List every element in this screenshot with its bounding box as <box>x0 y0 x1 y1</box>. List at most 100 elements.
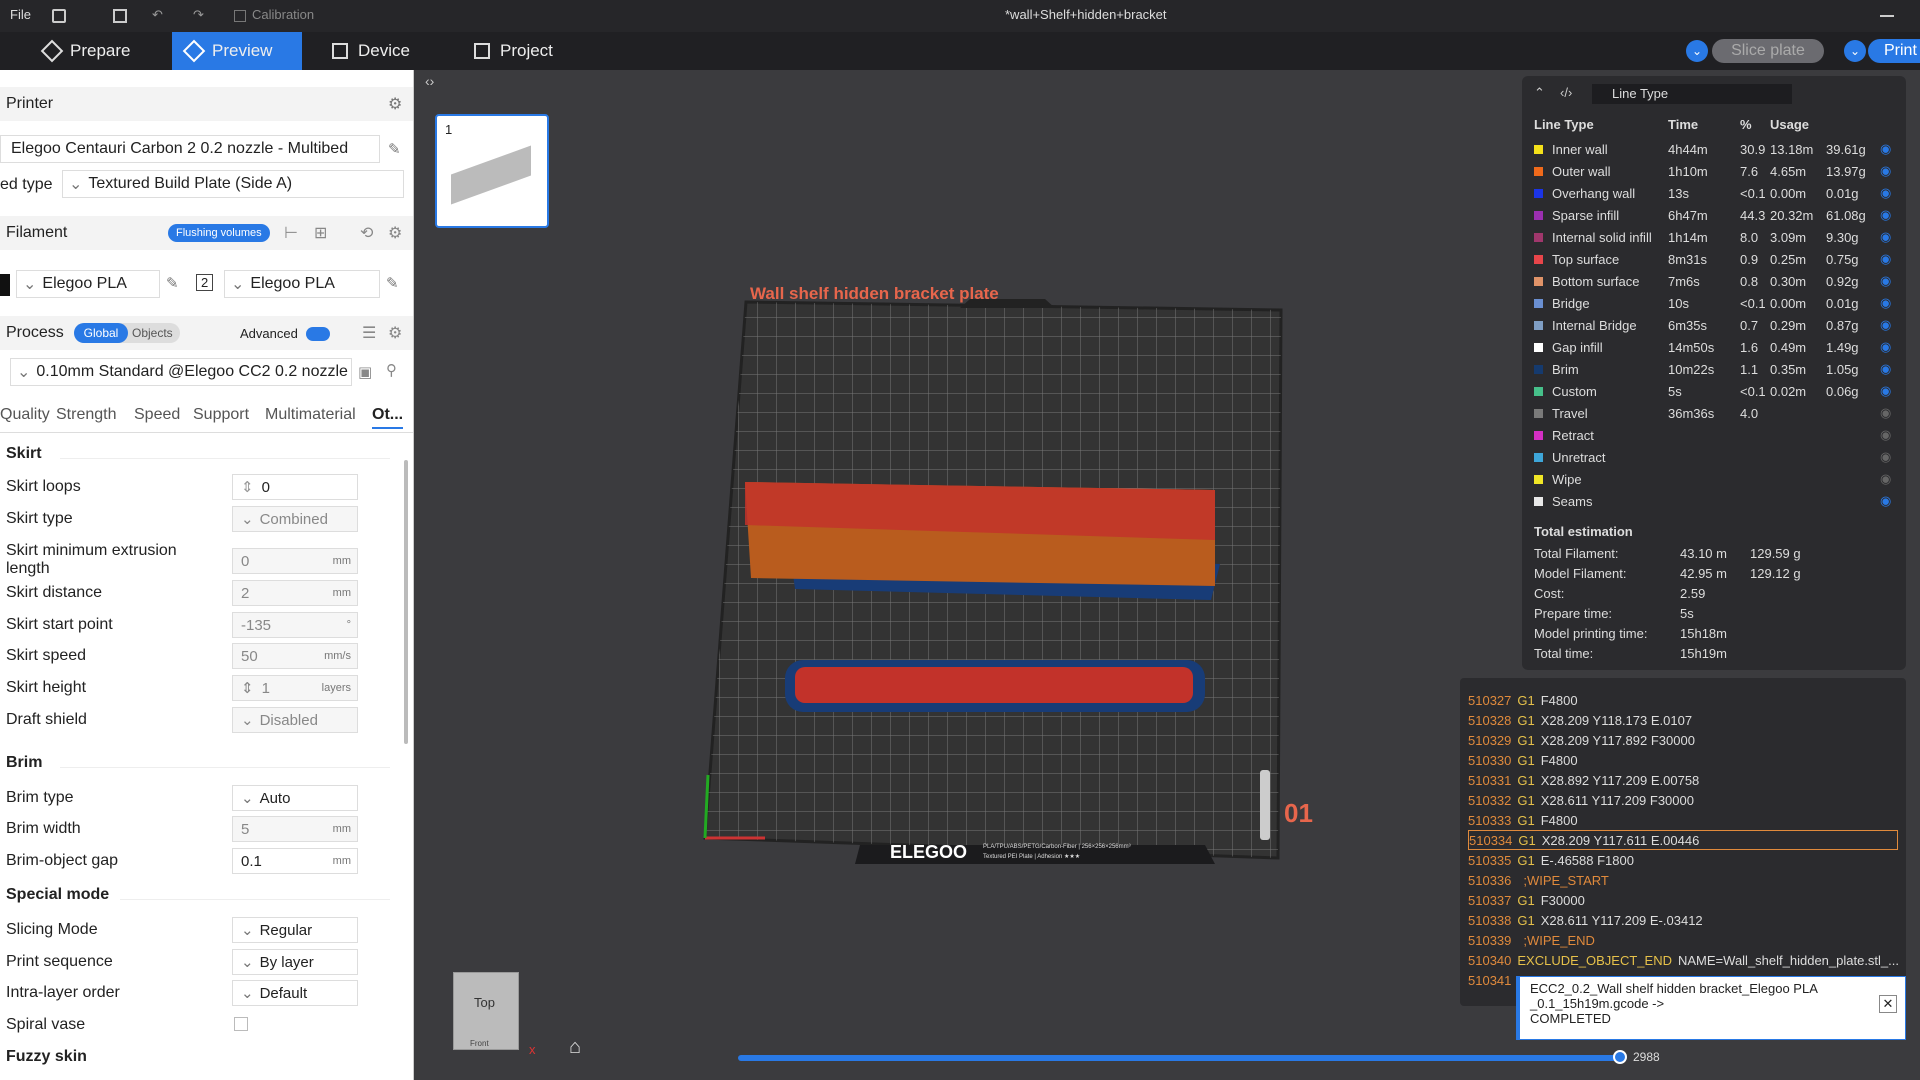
settings-scrollbar[interactable] <box>404 460 408 744</box>
subtab-support[interactable]: Support <box>193 406 249 424</box>
legend-row[interactable]: Brim 10m22s 1.1 0.35m 1.05g ◉ <box>1534 358 1896 380</box>
visibility-eye-icon[interactable]: ◉ <box>1880 383 1891 399</box>
legend-row[interactable]: Outer wall 1h10m 7.6 4.65m 13.97g ◉ <box>1534 160 1896 182</box>
collapse-legend-icon[interactable]: ⌃ <box>1534 85 1545 101</box>
slice-plate-button[interactable]: Slice plate <box>1712 39 1824 63</box>
skirt-min-extrusion-field[interactable]: 0 mm <box>232 548 358 574</box>
tab-preview[interactable]: Preview <box>172 32 302 70</box>
file-menu[interactable]: File <box>10 7 31 22</box>
undo-icon[interactable]: ↶ <box>152 7 163 23</box>
print-sequence-select[interactable]: ⌄ By layer <box>232 949 358 975</box>
list-icon[interactable] <box>52 9 66 23</box>
flushing-volumes-button[interactable]: Flushing volumes <box>168 224 270 242</box>
visibility-eye-icon[interactable]: ◉ <box>1880 493 1891 509</box>
gcode-panel[interactable]: 510327 G1 F4800 510328 G1 X28.209 Y118.173 E.… <box>1460 678 1906 1006</box>
slicing-mode-select[interactable]: ⌄ Regular <box>232 917 358 943</box>
gcode-line[interactable]: 510333 G1 F4800 <box>1468 810 1578 830</box>
gcode-line[interactable]: 510336 ;WIPE_START <box>1468 870 1609 890</box>
draft-shield-select[interactable]: ⌄ Disabled <box>232 707 358 733</box>
legend-row[interactable]: Seams ◉ <box>1534 490 1896 512</box>
gcode-line[interactable]: 510332 G1 X28.611 Y117.209 F30000 <box>1468 790 1694 810</box>
tab-prepare[interactable]: Prepare <box>30 32 180 70</box>
close-icon[interactable]: ✕ <box>1879 995 1897 1013</box>
gcode-line[interactable]: 510338 G1 X28.611 Y117.209 E-.03412 <box>1468 910 1703 930</box>
filament2-select[interactable]: ⌄ Elegoo PLA <box>224 270 380 298</box>
add-filament-icon[interactable]: ⊞ <box>314 223 327 243</box>
print-button[interactable]: Print <box>1868 39 1920 63</box>
calibration-icon[interactable] <box>234 10 246 22</box>
search-icon[interactable]: ⚲ <box>386 361 397 379</box>
save-preset-icon[interactable]: ▣ <box>358 363 372 381</box>
code-view-icon[interactable]: ‹/› <box>1560 85 1572 100</box>
visibility-eye-icon[interactable]: ◉ <box>1880 339 1891 355</box>
filament-settings-icon[interactable]: ⚙ <box>388 223 402 243</box>
subtab-speed[interactable]: Speed <box>134 406 180 424</box>
visibility-eye-icon[interactable]: ◉ <box>1880 449 1891 465</box>
home-view-icon[interactable]: ⌂ <box>569 1036 581 1059</box>
skirt-height-stepper[interactable]: ⇕ 1 layers <box>232 675 358 701</box>
visibility-eye-icon[interactable]: ◉ <box>1880 295 1891 311</box>
printer-select[interactable]: Elegoo Centauri Carbon 2 0.2 nozzle - Mu… <box>0 135 380 163</box>
visibility-eye-icon[interactable]: ◉ <box>1880 251 1891 267</box>
subtab-strength[interactable]: Strength <box>56 406 116 424</box>
minimize-button[interactable] <box>1880 15 1894 17</box>
gcode-line[interactable]: 510327 G1 F4800 <box>1468 690 1578 710</box>
legend-row[interactable]: Gap infill 14m50s 1.6 0.49m 1.49g ◉ <box>1534 336 1896 358</box>
brim-width-field[interactable]: 5 mm <box>232 816 358 842</box>
global-objects-toggle[interactable]: Global Objects <box>74 323 180 343</box>
intra-layer-order-select[interactable]: ⌄ Default <box>232 980 358 1006</box>
gcode-line[interactable]: 510331 G1 X28.892 Y117.209 E.00758 <box>1468 770 1699 790</box>
layer-slider-thumb[interactable] <box>1613 1050 1627 1064</box>
visibility-eye-icon[interactable]: ◉ <box>1880 405 1891 421</box>
objects-option[interactable]: Objects <box>132 326 173 340</box>
process-settings-icon[interactable]: ⚙ <box>388 323 402 343</box>
skirt-speed-field[interactable]: 50 mm/s <box>232 643 358 669</box>
visibility-eye-icon[interactable]: ◉ <box>1880 427 1891 443</box>
edit-printer-icon[interactable]: ✎ <box>388 140 401 158</box>
legend-row[interactable]: Internal solid infill 1h14m 8.0 3.09m 9.30g ◉ <box>1534 226 1896 248</box>
view-cube[interactable]: Top Front <box>453 972 519 1050</box>
tab-device[interactable]: Device <box>318 32 448 70</box>
edit-filament2-icon[interactable]: ✎ <box>386 274 399 292</box>
advanced-toggle[interactable] <box>306 327 330 341</box>
subtab-others[interactable]: Ot... <box>372 406 404 429</box>
filament2-index[interactable]: 2 <box>196 274 214 291</box>
visibility-eye-icon[interactable]: ◉ <box>1880 163 1891 179</box>
visibility-eye-icon[interactable]: ◉ <box>1880 185 1891 201</box>
gcode-line[interactable]: 510340 EXCLUDE_OBJECT_END NAME=Wall_shelf_… <box>1468 950 1899 970</box>
gcode-line[interactable]: 510339 ;WIPE_END <box>1468 930 1595 950</box>
visibility-eye-icon[interactable]: ◉ <box>1880 471 1891 487</box>
spiral-vase-checkbox[interactable] <box>234 1017 248 1031</box>
skirt-type-select[interactable]: ⌄ Combined <box>232 506 358 532</box>
legend-row[interactable]: Wipe ◉ <box>1534 468 1896 490</box>
legend-row[interactable]: Unretract ◉ <box>1534 446 1896 468</box>
visibility-eye-icon[interactable]: ◉ <box>1880 207 1891 223</box>
visibility-eye-icon[interactable]: ◉ <box>1880 273 1891 289</box>
gcode-line[interactable]: 510337 G1 F30000 <box>1468 890 1585 910</box>
subtab-quality[interactable]: Quality <box>0 406 50 424</box>
process-preset-select[interactable]: ⌄ 0.10mm Standard @Elegoo CC2 0.2 nozzle <box>10 358 352 386</box>
global-option[interactable]: Global <box>74 323 128 343</box>
remove-filament-icon[interactable]: ⊢ <box>284 223 298 243</box>
legend-row[interactable]: Travel 36m36s 4.0 ◉ <box>1534 402 1896 424</box>
compare-icon[interactable]: ☰ <box>362 323 376 343</box>
slice-dropdown-button[interactable]: ⌄ <box>1686 40 1708 62</box>
skirt-start-point-field[interactable]: -135 ° <box>232 612 358 638</box>
gcode-line[interactable]: 510328 G1 X28.209 Y118.173 E.0107 <box>1468 710 1692 730</box>
printer-settings-icon[interactable]: ⚙ <box>388 94 402 114</box>
visibility-eye-icon[interactable]: ◉ <box>1880 317 1891 333</box>
legend-row[interactable]: Top surface 8m31s 0.9 0.25m 0.75g ◉ <box>1534 248 1896 270</box>
skirt-distance-field[interactable]: 2 mm <box>232 580 358 606</box>
calibration-menu[interactable]: Calibration <box>252 7 314 22</box>
subtab-multimaterial[interactable]: Multimaterial <box>265 406 356 424</box>
visibility-eye-icon[interactable]: ◉ <box>1880 361 1891 377</box>
legend-row[interactable]: Sparse infill 6h47m 44.3 20.32m 61.08g ◉ <box>1534 204 1896 226</box>
filament1-select[interactable]: ⌄ Elegoo PLA <box>16 270 160 298</box>
legend-row[interactable]: Bottom surface 7m6s 0.8 0.30m 0.92g ◉ <box>1534 270 1896 292</box>
skirt-loops-stepper[interactable]: ⇕ 0 <box>232 474 358 500</box>
vertical-layer-slider[interactable] <box>1260 770 1270 840</box>
gcode-line[interactable]: 510329 G1 X28.209 Y117.892 F30000 <box>1468 730 1695 750</box>
brim-type-select[interactable]: ⌄ Auto <box>232 785 358 811</box>
legend-row[interactable]: Bridge 10s <0.1 0.00m 0.01g ◉ <box>1534 292 1896 314</box>
brim-object-gap-field[interactable]: 0.1 mm <box>232 848 358 874</box>
